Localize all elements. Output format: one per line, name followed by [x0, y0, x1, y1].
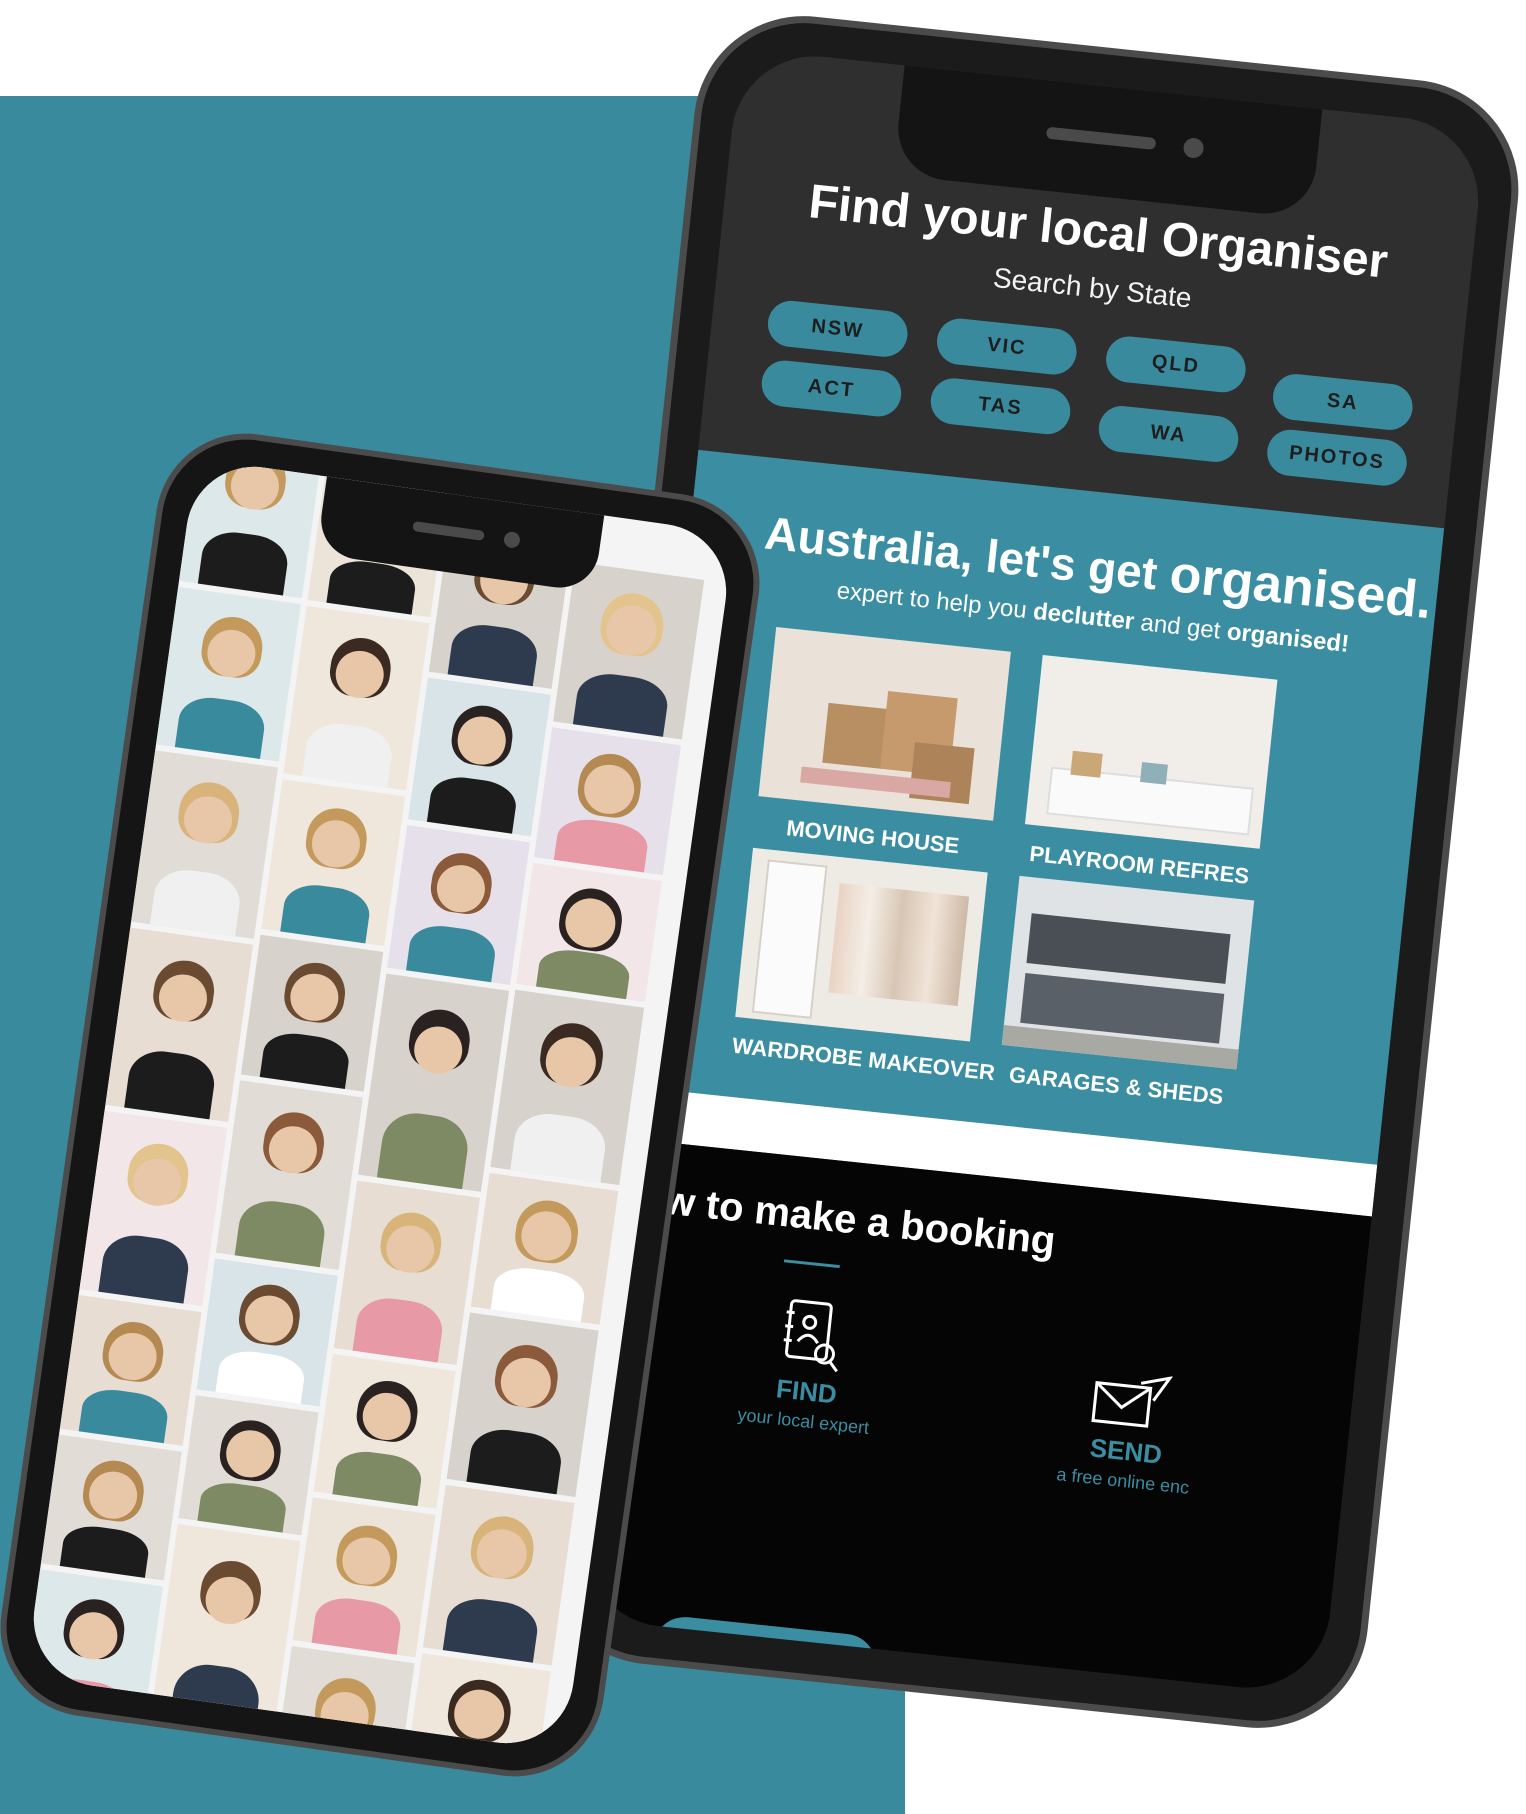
state-button-nsw[interactable]: NSW — [765, 298, 910, 360]
photo-body — [422, 1737, 521, 1752]
organiser-photo — [313, 1353, 456, 1509]
organiser-photo — [79, 1110, 228, 1307]
photo-body — [148, 865, 244, 939]
state-button-vic[interactable]: VIC — [934, 316, 1079, 377]
organiser-photo — [516, 862, 662, 1002]
photo-body — [425, 773, 520, 837]
cabinet-shape — [1026, 913, 1231, 984]
booking-section: ow to make a booking FIND your local exp… — [575, 1138, 1372, 1696]
step-send: SEND a free online enc — [1012, 1361, 1243, 1503]
photo-body — [232, 1196, 329, 1270]
organiser-photo — [490, 989, 645, 1186]
photo-body — [258, 1029, 352, 1092]
booking-title: ow to make a booking — [637, 1176, 1058, 1264]
organiser-photo — [358, 973, 510, 1192]
organiser-photo — [333, 1180, 481, 1366]
address-book-search-icon — [783, 1299, 838, 1373]
hero-sub-declutter: declutter — [1031, 597, 1136, 636]
basket-shape — [1070, 750, 1103, 778]
photo-body — [534, 945, 632, 1002]
photo-body — [58, 1522, 152, 1581]
wardrobe-image — [735, 847, 988, 1042]
organiser-photo — [178, 1395, 319, 1536]
photo-body — [508, 1109, 609, 1186]
moving-boxes-image — [758, 627, 1011, 821]
photo-body — [571, 669, 671, 740]
photo-body — [464, 1425, 564, 1498]
organiser-photo — [422, 1484, 575, 1666]
organiser-photo — [240, 934, 384, 1092]
service-tile-garages[interactable]: GARAGES & SHEDS — [997, 875, 1255, 1112]
photo-body — [309, 1594, 404, 1658]
hero-sub-organised: organised! — [1225, 618, 1351, 658]
organiser-photo — [267, 1645, 415, 1752]
photo-body — [173, 693, 268, 762]
state-button-sa[interactable]: SA — [1270, 371, 1415, 433]
toy-shape — [1140, 762, 1168, 785]
organiser-photo — [105, 927, 254, 1123]
speaker-grille — [1045, 126, 1157, 151]
box-shape — [822, 702, 889, 769]
organiser-photo — [408, 677, 551, 837]
state-button-tas[interactable]: TAS — [928, 376, 1073, 437]
photos-button[interactable]: PHOTOS — [1264, 427, 1410, 488]
organiser-photo — [261, 779, 406, 947]
service-tile-wardrobe[interactable]: WARDROBE MAKEOVER — [730, 847, 997, 1086]
organiser-photo — [215, 1080, 363, 1270]
organiser-photo — [40, 1434, 182, 1581]
photo-body — [278, 880, 373, 947]
photo-body — [96, 1230, 193, 1307]
title-underline — [783, 1259, 840, 1269]
garage-image — [1001, 875, 1255, 1070]
photo-body — [489, 1263, 587, 1325]
organiser-photo — [404, 1653, 551, 1752]
shelves-shape — [751, 859, 828, 1019]
photo-body — [77, 1385, 171, 1446]
organiser-photo — [446, 1312, 599, 1498]
photo-body — [350, 1293, 447, 1366]
playroom-image — [1024, 655, 1278, 849]
state-button-act[interactable]: ACT — [759, 358, 904, 419]
photo-body — [122, 1047, 219, 1123]
photo-body — [445, 620, 541, 689]
front-camera-icon — [1182, 137, 1205, 160]
photo-body — [374, 1108, 473, 1192]
organiser-photo — [283, 605, 430, 791]
photo-body — [300, 718, 396, 791]
hero-sub-part2: and get — [1132, 608, 1229, 646]
front-camera-icon — [502, 530, 521, 549]
organiser-photo — [292, 1497, 436, 1658]
organiser-photo — [149, 1523, 301, 1745]
photo-body — [213, 1347, 308, 1407]
organiser-photo — [178, 458, 325, 599]
state-button-qld[interactable]: QLD — [1103, 334, 1248, 395]
organiser-photo — [553, 561, 705, 740]
step-find: FIND your local expert — [693, 1287, 926, 1443]
organiser-photo — [387, 825, 531, 985]
photo-body — [195, 1478, 289, 1536]
organiser-photo — [470, 1172, 619, 1325]
organiser-photo — [196, 1258, 338, 1407]
clothes-shape — [828, 883, 970, 1007]
organiser-photo — [156, 586, 301, 762]
photo-body — [440, 1594, 541, 1666]
photo-body — [196, 528, 292, 599]
photo-body — [404, 921, 499, 985]
service-tile-moving-house[interactable]: MOVING HOUSE — [754, 627, 1011, 863]
photo-body — [330, 1447, 425, 1509]
photo-body — [552, 815, 650, 876]
paper-plane-envelope-icon — [1091, 1376, 1174, 1428]
organiser-photo — [59, 1294, 202, 1446]
state-button-wa[interactable]: WA — [1096, 403, 1241, 465]
service-label-garages: GARAGES & SHEDS — [1007, 1061, 1225, 1110]
speaker-grille — [412, 520, 485, 541]
service-label-wardrobe: WARDROBE MAKEOVER — [730, 1032, 997, 1086]
organiser-photo — [534, 727, 681, 876]
service-tile-playroom[interactable]: PLAYROOM REFRES — [1021, 655, 1278, 891]
organiser-photo — [131, 750, 278, 939]
